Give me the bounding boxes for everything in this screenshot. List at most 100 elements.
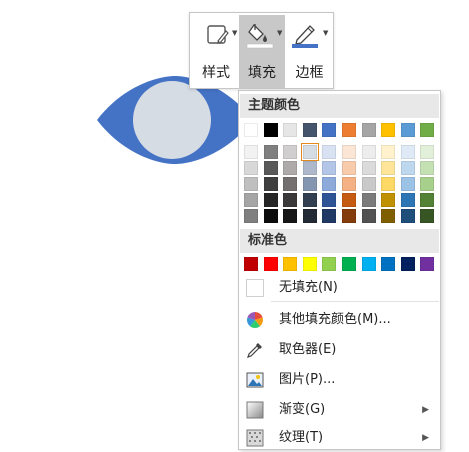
theme-shade-swatch[interactable] xyxy=(263,177,278,191)
theme-shade-swatch[interactable] xyxy=(322,161,337,175)
fill-button-label: 填充 xyxy=(248,65,276,81)
theme-color-swatch[interactable] xyxy=(244,123,258,137)
theme-shade-swatch[interactable] xyxy=(263,161,278,175)
theme-shade-swatch[interactable] xyxy=(420,209,435,223)
gradient-label: 渐变(G) xyxy=(279,402,326,417)
theme-shade-swatch[interactable] xyxy=(322,145,337,159)
no-fill-swatch-icon xyxy=(246,279,264,297)
theme-shade-swatch[interactable] xyxy=(381,161,396,175)
theme-shade-swatch[interactable] xyxy=(283,209,298,223)
theme-shade-swatch[interactable] xyxy=(361,177,376,191)
standard-color-swatch[interactable] xyxy=(322,257,337,271)
standard-color-swatch[interactable] xyxy=(400,257,415,271)
standard-color-swatch[interactable] xyxy=(420,257,435,271)
standard-color-swatch[interactable] xyxy=(263,257,278,271)
theme-shade-swatch[interactable] xyxy=(244,177,258,191)
picture-icon xyxy=(246,372,264,388)
theme-shade-swatch[interactable] xyxy=(342,145,356,159)
more-fill-colors-menu-item[interactable]: 其他填充颜色(M)... xyxy=(240,306,439,334)
menu-separator xyxy=(271,301,439,302)
theme-shade-swatch[interactable] xyxy=(283,193,298,207)
theme-shade-swatch[interactable] xyxy=(381,209,396,223)
texture-label: 纹理(T) xyxy=(279,430,324,445)
theme-shade-swatch[interactable] xyxy=(420,145,435,159)
theme-shade-swatch[interactable] xyxy=(400,209,415,223)
style-button[interactable]: ▼ 样式 xyxy=(192,15,240,88)
standard-color-swatch[interactable] xyxy=(361,257,376,271)
theme-shade-swatch[interactable] xyxy=(381,193,396,207)
theme-shade-swatch[interactable] xyxy=(322,193,337,207)
standard-color-swatch[interactable] xyxy=(283,257,298,271)
paint-bucket-icon xyxy=(246,23,274,49)
standard-color-swatch[interactable] xyxy=(381,257,396,271)
theme-shade-swatch[interactable] xyxy=(400,145,415,159)
theme-shade-swatch[interactable] xyxy=(381,145,396,159)
theme-shade-swatch[interactable] xyxy=(322,209,337,223)
theme-shade-swatch[interactable] xyxy=(302,209,317,223)
theme-shade-swatch[interactable] xyxy=(342,177,356,191)
mini-toolbar: ▼ 样式 ▼ 填充 ▼ 边框 xyxy=(189,12,334,89)
theme-shade-swatch[interactable] xyxy=(283,177,298,191)
border-dropdown-caret-icon: ▼ xyxy=(323,29,329,37)
eye-shape-pupil xyxy=(133,81,211,159)
theme-shade-swatch[interactable] xyxy=(420,177,435,191)
gradient-menu-item[interactable]: 渐变(G) ▶ xyxy=(240,396,439,424)
pen-outline-icon xyxy=(292,25,318,48)
theme-shade-swatch[interactable] xyxy=(342,193,356,207)
theme-shade-swatch[interactable] xyxy=(381,177,396,191)
theme-shade-swatch[interactable] xyxy=(283,145,298,159)
theme-shade-swatch[interactable] xyxy=(244,193,258,207)
theme-shade-swatch[interactable] xyxy=(244,209,258,223)
theme-shade-swatch[interactable] xyxy=(361,209,376,223)
theme-color-swatch[interactable] xyxy=(420,123,435,137)
texture-menu-item[interactable]: 纹理(T) ▶ xyxy=(240,424,439,452)
theme-shade-swatch[interactable] xyxy=(244,161,258,175)
picture-fill-label: 图片(P)... xyxy=(279,372,336,387)
fill-color-menu: 主题颜色 标准色 无填充(N) 其他填充颜色(M)... 取色器(E) 图片(P… xyxy=(238,90,441,450)
theme-shade-swatch[interactable] xyxy=(300,143,319,161)
theme-color-swatch[interactable] xyxy=(342,123,356,137)
theme-shade-swatch[interactable] xyxy=(302,161,317,175)
picture-fill-menu-item[interactable]: 图片(P)... xyxy=(240,366,439,394)
style-button-label: 样式 xyxy=(202,65,230,81)
standard-color-swatch[interactable] xyxy=(342,257,356,271)
theme-shade-swatch[interactable] xyxy=(342,161,356,175)
theme-shade-swatch[interactable] xyxy=(342,209,356,223)
style-dropdown-caret-icon: ▼ xyxy=(232,29,238,37)
theme-shade-swatch[interactable] xyxy=(361,161,376,175)
theme-color-swatch[interactable] xyxy=(263,123,278,137)
submenu-arrow-icon: ▶ xyxy=(422,405,429,415)
theme-shade-swatch[interactable] xyxy=(302,177,317,191)
theme-shade-swatch[interactable] xyxy=(361,145,376,159)
theme-color-swatch[interactable] xyxy=(322,123,337,137)
theme-shade-swatch[interactable] xyxy=(400,161,415,175)
theme-color-swatch[interactable] xyxy=(400,123,415,137)
theme-color-swatch[interactable] xyxy=(302,123,317,137)
eyedropper-menu-item[interactable]: 取色器(E) xyxy=(240,336,439,364)
shape-style-icon xyxy=(207,25,229,44)
no-fill-menu-item[interactable]: 无填充(N) xyxy=(240,274,439,302)
theme-shade-swatch[interactable] xyxy=(302,193,317,207)
theme-color-swatch[interactable] xyxy=(283,123,298,137)
standard-color-swatch[interactable] xyxy=(244,257,258,271)
color-wheel-icon xyxy=(247,312,263,328)
fill-button[interactable]: ▼ 填充 xyxy=(239,15,285,88)
theme-shade-swatch[interactable] xyxy=(263,193,278,207)
theme-shade-swatch[interactable] xyxy=(283,161,298,175)
theme-color-swatch[interactable] xyxy=(361,123,376,137)
theme-shade-swatch[interactable] xyxy=(263,209,278,223)
border-button[interactable]: ▼ 边框 xyxy=(286,15,333,88)
theme-shade-swatch[interactable] xyxy=(400,193,415,207)
eyedropper-label: 取色器(E) xyxy=(279,342,337,357)
theme-shade-swatch[interactable] xyxy=(420,161,435,175)
theme-shade-swatch[interactable] xyxy=(322,177,337,191)
theme-color-swatch[interactable] xyxy=(381,123,396,137)
standard-color-swatch[interactable] xyxy=(302,257,317,271)
theme-colors-header: 主题颜色 xyxy=(240,94,439,118)
submenu-arrow-icon: ▶ xyxy=(422,433,429,443)
theme-shade-swatch[interactable] xyxy=(244,145,258,159)
theme-shade-swatch[interactable] xyxy=(400,177,415,191)
theme-shade-swatch[interactable] xyxy=(420,193,435,207)
theme-shade-swatch[interactable] xyxy=(263,145,278,159)
theme-shade-swatch[interactable] xyxy=(361,193,376,207)
